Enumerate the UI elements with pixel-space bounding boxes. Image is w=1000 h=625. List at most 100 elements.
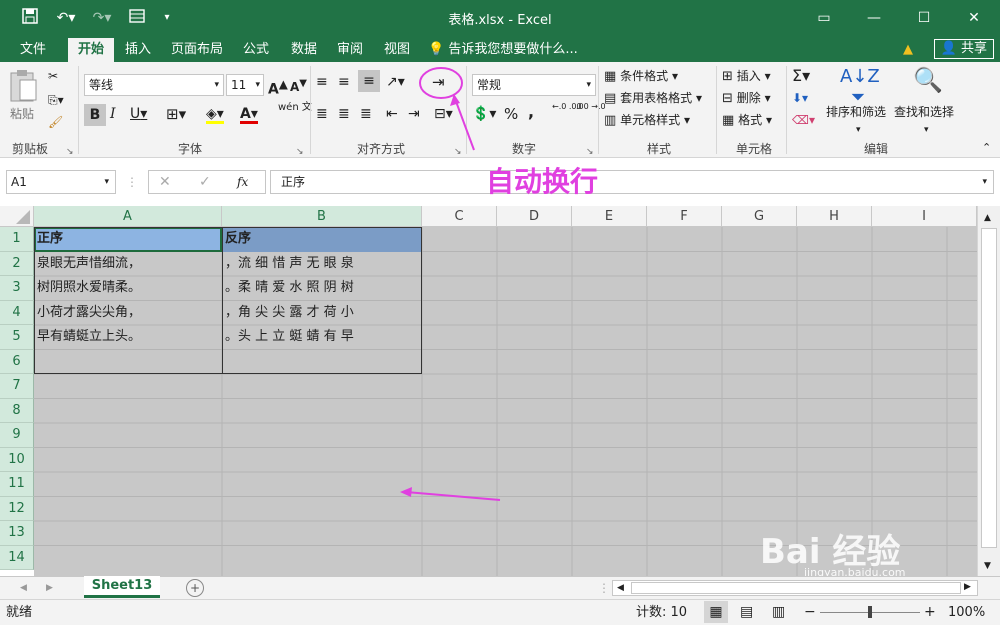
row-header-5[interactable]: 5 bbox=[0, 325, 34, 350]
format-painter-icon[interactable]: 🖌 bbox=[48, 112, 63, 132]
vertical-scrollbar[interactable]: ▲ ▼ bbox=[977, 206, 1000, 576]
italic-button[interactable]: I bbox=[110, 104, 116, 124]
orientation-icon[interactable]: ↗▾ bbox=[386, 72, 405, 92]
align-top-icon[interactable]: ≡ bbox=[316, 72, 328, 92]
select-all-corner[interactable] bbox=[0, 206, 34, 227]
page-break-view-icon[interactable]: ▥ bbox=[772, 602, 785, 622]
row-header-4[interactable]: 4 bbox=[0, 300, 34, 325]
cell-a2[interactable]: 泉眼无声惜细流， bbox=[34, 252, 222, 277]
vertical-scroll-thumb[interactable] bbox=[981, 228, 997, 548]
increase-indent-icon[interactable]: ⇥ bbox=[408, 104, 420, 124]
prev-sheet-icon[interactable]: ◀ bbox=[20, 578, 27, 598]
insert-cells-button[interactable]: ⊞ 插入 ▾ bbox=[722, 66, 771, 86]
tab-page-layout[interactable]: 页面布局 bbox=[166, 38, 228, 62]
row-header-8[interactable]: 8 bbox=[0, 398, 34, 423]
align-center-icon[interactable]: ≣ bbox=[338, 104, 350, 124]
font-color-icon[interactable]: A▾ bbox=[240, 104, 258, 124]
copy-icon[interactable]: ⎘▾ bbox=[48, 90, 64, 110]
zoom-level[interactable]: 100% bbox=[948, 603, 985, 623]
horizontal-scroll-thumb[interactable] bbox=[631, 582, 961, 594]
scroll-up-icon[interactable]: ▲ bbox=[984, 208, 991, 228]
find-select-icon[interactable]: 🔍 bbox=[912, 66, 944, 98]
share-button[interactable]: 👤 共享 bbox=[933, 39, 994, 59]
enter-icon[interactable]: ✓ bbox=[199, 172, 211, 192]
tab-view[interactable]: 视图 bbox=[377, 38, 417, 62]
clear-icon[interactable]: ⌫▾ bbox=[792, 110, 815, 130]
fill-icon[interactable]: ⬇▾ bbox=[792, 88, 808, 108]
font-size-select[interactable]: 11 ▾ bbox=[226, 74, 264, 96]
cut-icon[interactable]: ✂ bbox=[48, 66, 58, 86]
sort-filter-button[interactable]: 排序和筛选 bbox=[826, 102, 886, 122]
autosum-button[interactable]: Σ▾ bbox=[792, 66, 810, 86]
row-header-7[interactable]: 7 bbox=[0, 374, 34, 399]
column-header-c[interactable]: C bbox=[422, 206, 497, 227]
format-as-table-button[interactable]: ▤ 套用表格格式 ▾ bbox=[604, 88, 702, 108]
grow-font-button[interactable]: A▲ bbox=[268, 74, 288, 98]
row-header-12[interactable]: 12 bbox=[0, 496, 34, 521]
ribbon-display-icon[interactable]: ▭ bbox=[802, 4, 846, 32]
comma-button[interactable]: , bbox=[528, 102, 534, 122]
horizontal-scrollbar[interactable]: ◀ bbox=[612, 580, 978, 596]
next-sheet-icon[interactable]: ▶ bbox=[46, 578, 53, 598]
align-right-icon[interactable]: ≣ bbox=[360, 104, 372, 124]
pinyin-icon[interactable]: wén 文 bbox=[278, 102, 312, 122]
align-middle-icon[interactable]: ≡ bbox=[338, 72, 350, 92]
cell-b1[interactable]: 反序 bbox=[222, 227, 422, 252]
row-header-3[interactable]: 3 bbox=[0, 276, 34, 301]
cancel-icon[interactable]: ✕ bbox=[159, 172, 171, 192]
zoom-in-icon[interactable]: + bbox=[924, 602, 936, 622]
tab-home[interactable]: 开始 bbox=[68, 38, 114, 62]
conditional-format-button[interactable]: ▦ 条件格式 ▾ bbox=[604, 66, 678, 86]
row-header-2[interactable]: 2 bbox=[0, 251, 34, 276]
row-header-11[interactable]: 11 bbox=[0, 472, 34, 497]
close-icon[interactable]: ✕ bbox=[952, 4, 996, 32]
row-header-10[interactable]: 10 bbox=[0, 447, 34, 472]
page-layout-view-icon[interactable]: ▤ bbox=[740, 602, 753, 622]
tab-insert[interactable]: 插入 bbox=[118, 38, 158, 62]
delete-cells-button[interactable]: ⊟ 删除 ▾ bbox=[722, 88, 771, 108]
zoom-slider-thumb[interactable] bbox=[868, 606, 872, 618]
format-cells-button[interactable]: ▦ 格式 ▾ bbox=[722, 110, 772, 130]
find-select-button[interactable]: 查找和选择 bbox=[894, 102, 954, 122]
cell-b2[interactable]: ，流 细 惜 声 无 眼 泉 bbox=[222, 252, 422, 277]
cell-b4[interactable]: ，角 尖 尖 露 才 荷 小 bbox=[222, 301, 422, 326]
add-sheet-button[interactable]: + bbox=[186, 579, 204, 597]
scroll-down-icon[interactable]: ▼ bbox=[984, 556, 991, 576]
minimize-icon[interactable]: — bbox=[852, 4, 896, 32]
cell-a4[interactable]: 小荷才露尖尖角， bbox=[34, 301, 222, 326]
insert-function-button[interactable]: fx bbox=[237, 172, 248, 192]
row-header-9[interactable]: 9 bbox=[0, 423, 34, 448]
column-header-i[interactable]: I bbox=[872, 206, 977, 227]
tell-me-box[interactable]: 💡 告诉我您想要做什么... bbox=[428, 38, 593, 62]
column-header-e[interactable]: E bbox=[572, 206, 647, 227]
align-left-icon[interactable]: ≣ bbox=[316, 104, 328, 124]
column-header-d[interactable]: D bbox=[497, 206, 572, 227]
cell-b3[interactable]: 。柔 晴 爱 水 照 阴 树 bbox=[222, 276, 422, 301]
scroll-right-icon[interactable]: ▶ bbox=[964, 577, 971, 597]
decrease-indent-icon[interactable]: ⇤ bbox=[386, 104, 398, 124]
column-header-f[interactable]: F bbox=[647, 206, 722, 227]
name-box[interactable]: A1 ▾ bbox=[6, 170, 116, 194]
scroll-left-icon[interactable]: ◀ bbox=[617, 578, 624, 598]
tab-formulas[interactable]: 公式 bbox=[236, 38, 276, 62]
borders-icon[interactable]: ⊞▾ bbox=[166, 104, 186, 124]
column-header-g[interactable]: G bbox=[722, 206, 797, 227]
cell-a1[interactable]: 正序 bbox=[34, 227, 222, 252]
tab-file[interactable]: 文件 bbox=[8, 38, 58, 62]
bold-button[interactable]: B bbox=[84, 104, 106, 126]
cell-b5[interactable]: 。头 上 立 蜓 蜻 有 早 bbox=[222, 325, 422, 350]
paste-label[interactable]: 粘贴 bbox=[10, 104, 34, 124]
font-name-select[interactable]: 等线 ▾ bbox=[84, 74, 224, 96]
normal-view-icon[interactable]: ▦ bbox=[704, 601, 728, 623]
cell-a3[interactable]: 树阴照水爱晴柔。 bbox=[34, 276, 222, 301]
row-header-13[interactable]: 13 bbox=[0, 521, 34, 546]
cell-a5[interactable]: 早有蜻蜓立上头。 bbox=[34, 325, 222, 350]
zoom-out-icon[interactable]: − bbox=[804, 602, 816, 622]
column-header-b[interactable]: B bbox=[222, 206, 422, 227]
underline-button[interactable]: U▾ bbox=[130, 104, 147, 124]
maximize-icon[interactable]: ☐ bbox=[902, 4, 946, 32]
decrease-decimal-button[interactable]: .00 →.0 bbox=[576, 102, 606, 122]
formula-input[interactable]: 正序 ▾ bbox=[270, 170, 994, 194]
fill-color-icon[interactable]: ◈▾ bbox=[206, 104, 224, 124]
align-bottom-icon[interactable]: ≡ bbox=[358, 70, 380, 92]
